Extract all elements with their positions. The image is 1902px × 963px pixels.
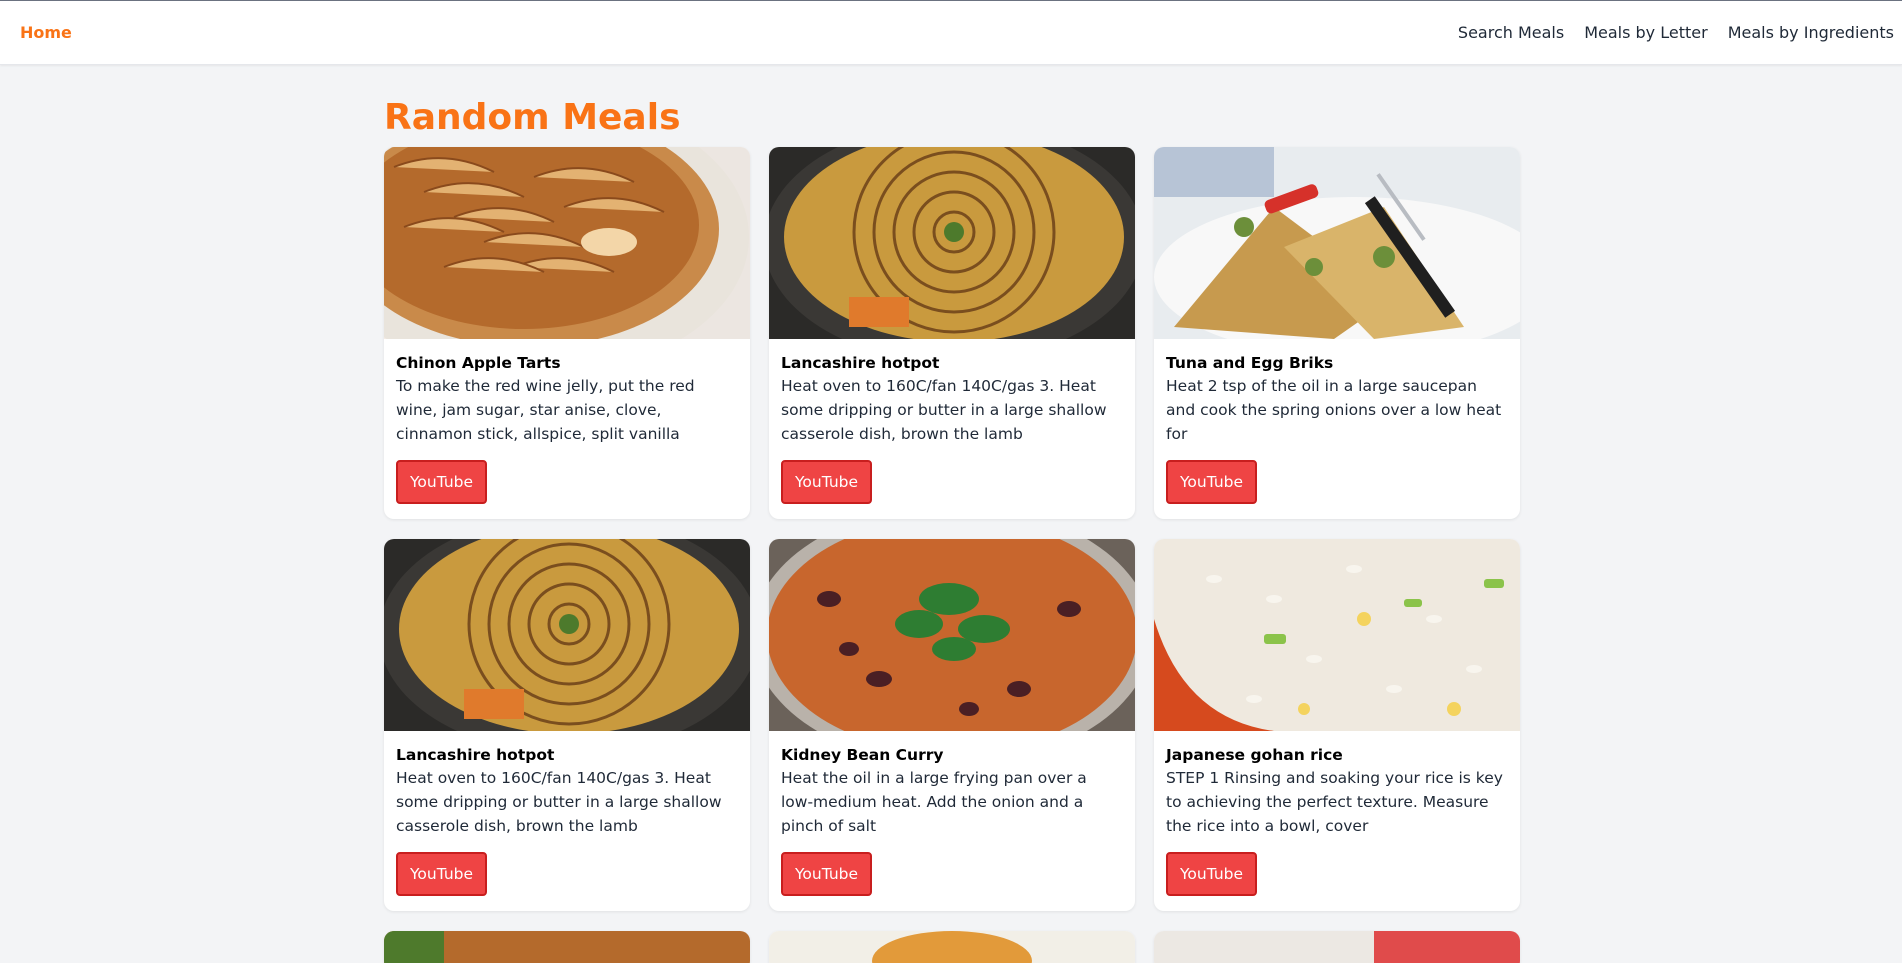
- youtube-button[interactable]: YouTube: [1166, 852, 1258, 896]
- meal-image-rice[interactable]: [1154, 539, 1520, 731]
- youtube-button[interactable]: YouTube: [396, 460, 488, 504]
- meal-card: Lancashire hotpot Heat oven to 160C/fan …: [769, 147, 1135, 519]
- meal-image-apple-tart[interactable]: [384, 147, 750, 339]
- nav-meals-by-letter[interactable]: Meals by Letter: [1584, 23, 1707, 42]
- meal-description: To make the red wine jelly, put the red …: [396, 377, 695, 443]
- meal-title: Lancashire hotpot: [781, 354, 940, 372]
- meal-card: Tuna and Egg Briks Heat 2 tsp of the oil…: [1154, 147, 1520, 519]
- meal-title: Kidney Bean Curry: [781, 746, 944, 764]
- meal-description: Heat the oil in a large frying pan over …: [781, 769, 1087, 835]
- meal-card: Lancashire hotpot Heat oven to 160C/fan …: [384, 539, 750, 911]
- meal-card: [769, 931, 1135, 963]
- meal-title: Lancashire hotpot: [396, 746, 555, 764]
- meal-grid: Chinon Apple Tarts To make the red wine …: [384, 147, 1521, 963]
- nav-links: Search Meals Meals by Letter Meals by In…: [1458, 23, 1894, 42]
- meal-description: STEP 1 Rinsing and soaking your rice is …: [1166, 769, 1503, 835]
- meal-image-partial[interactable]: [384, 931, 750, 963]
- main-content: Random Meals Chinon Apple Tarts To make …: [384, 65, 1521, 963]
- page-title: Random Meals: [384, 97, 681, 138]
- meal-image-briks[interactable]: [1154, 147, 1520, 339]
- meal-card: Japanese gohan rice STEP 1 Rinsing and s…: [1154, 539, 1520, 911]
- meal-image-hotpot[interactable]: [384, 539, 750, 731]
- meal-title: Tuna and Egg Briks: [1166, 354, 1334, 372]
- youtube-button[interactable]: YouTube: [1166, 460, 1258, 504]
- home-link[interactable]: Home: [20, 23, 72, 42]
- meal-card: Kidney Bean Curry Heat the oil in a larg…: [769, 539, 1135, 911]
- top-navigation: Home Search Meals Meals by Letter Meals …: [0, 0, 1902, 65]
- meal-image-curry[interactable]: [769, 539, 1135, 731]
- meal-title: Japanese gohan rice: [1166, 746, 1343, 764]
- meal-description: Heat 2 tsp of the oil in a large saucepa…: [1166, 377, 1502, 443]
- meal-card: [384, 931, 750, 963]
- meal-image-hotpot[interactable]: [769, 147, 1135, 339]
- youtube-button[interactable]: YouTube: [781, 460, 873, 504]
- youtube-button[interactable]: YouTube: [781, 852, 873, 896]
- meal-description: Heat oven to 160C/fan 140C/gas 3. Heat s…: [781, 377, 1107, 443]
- meal-image-partial[interactable]: [1154, 931, 1520, 963]
- nav-search-meals[interactable]: Search Meals: [1458, 23, 1564, 42]
- nav-meals-by-ingredients[interactable]: Meals by Ingredients: [1728, 23, 1894, 42]
- meal-image-partial[interactable]: [769, 931, 1135, 963]
- meal-card: [1154, 931, 1520, 963]
- meal-title: Chinon Apple Tarts: [396, 354, 561, 372]
- meal-card: Chinon Apple Tarts To make the red wine …: [384, 147, 750, 519]
- meal-description: Heat oven to 160C/fan 140C/gas 3. Heat s…: [396, 769, 722, 835]
- youtube-button[interactable]: YouTube: [396, 852, 488, 896]
